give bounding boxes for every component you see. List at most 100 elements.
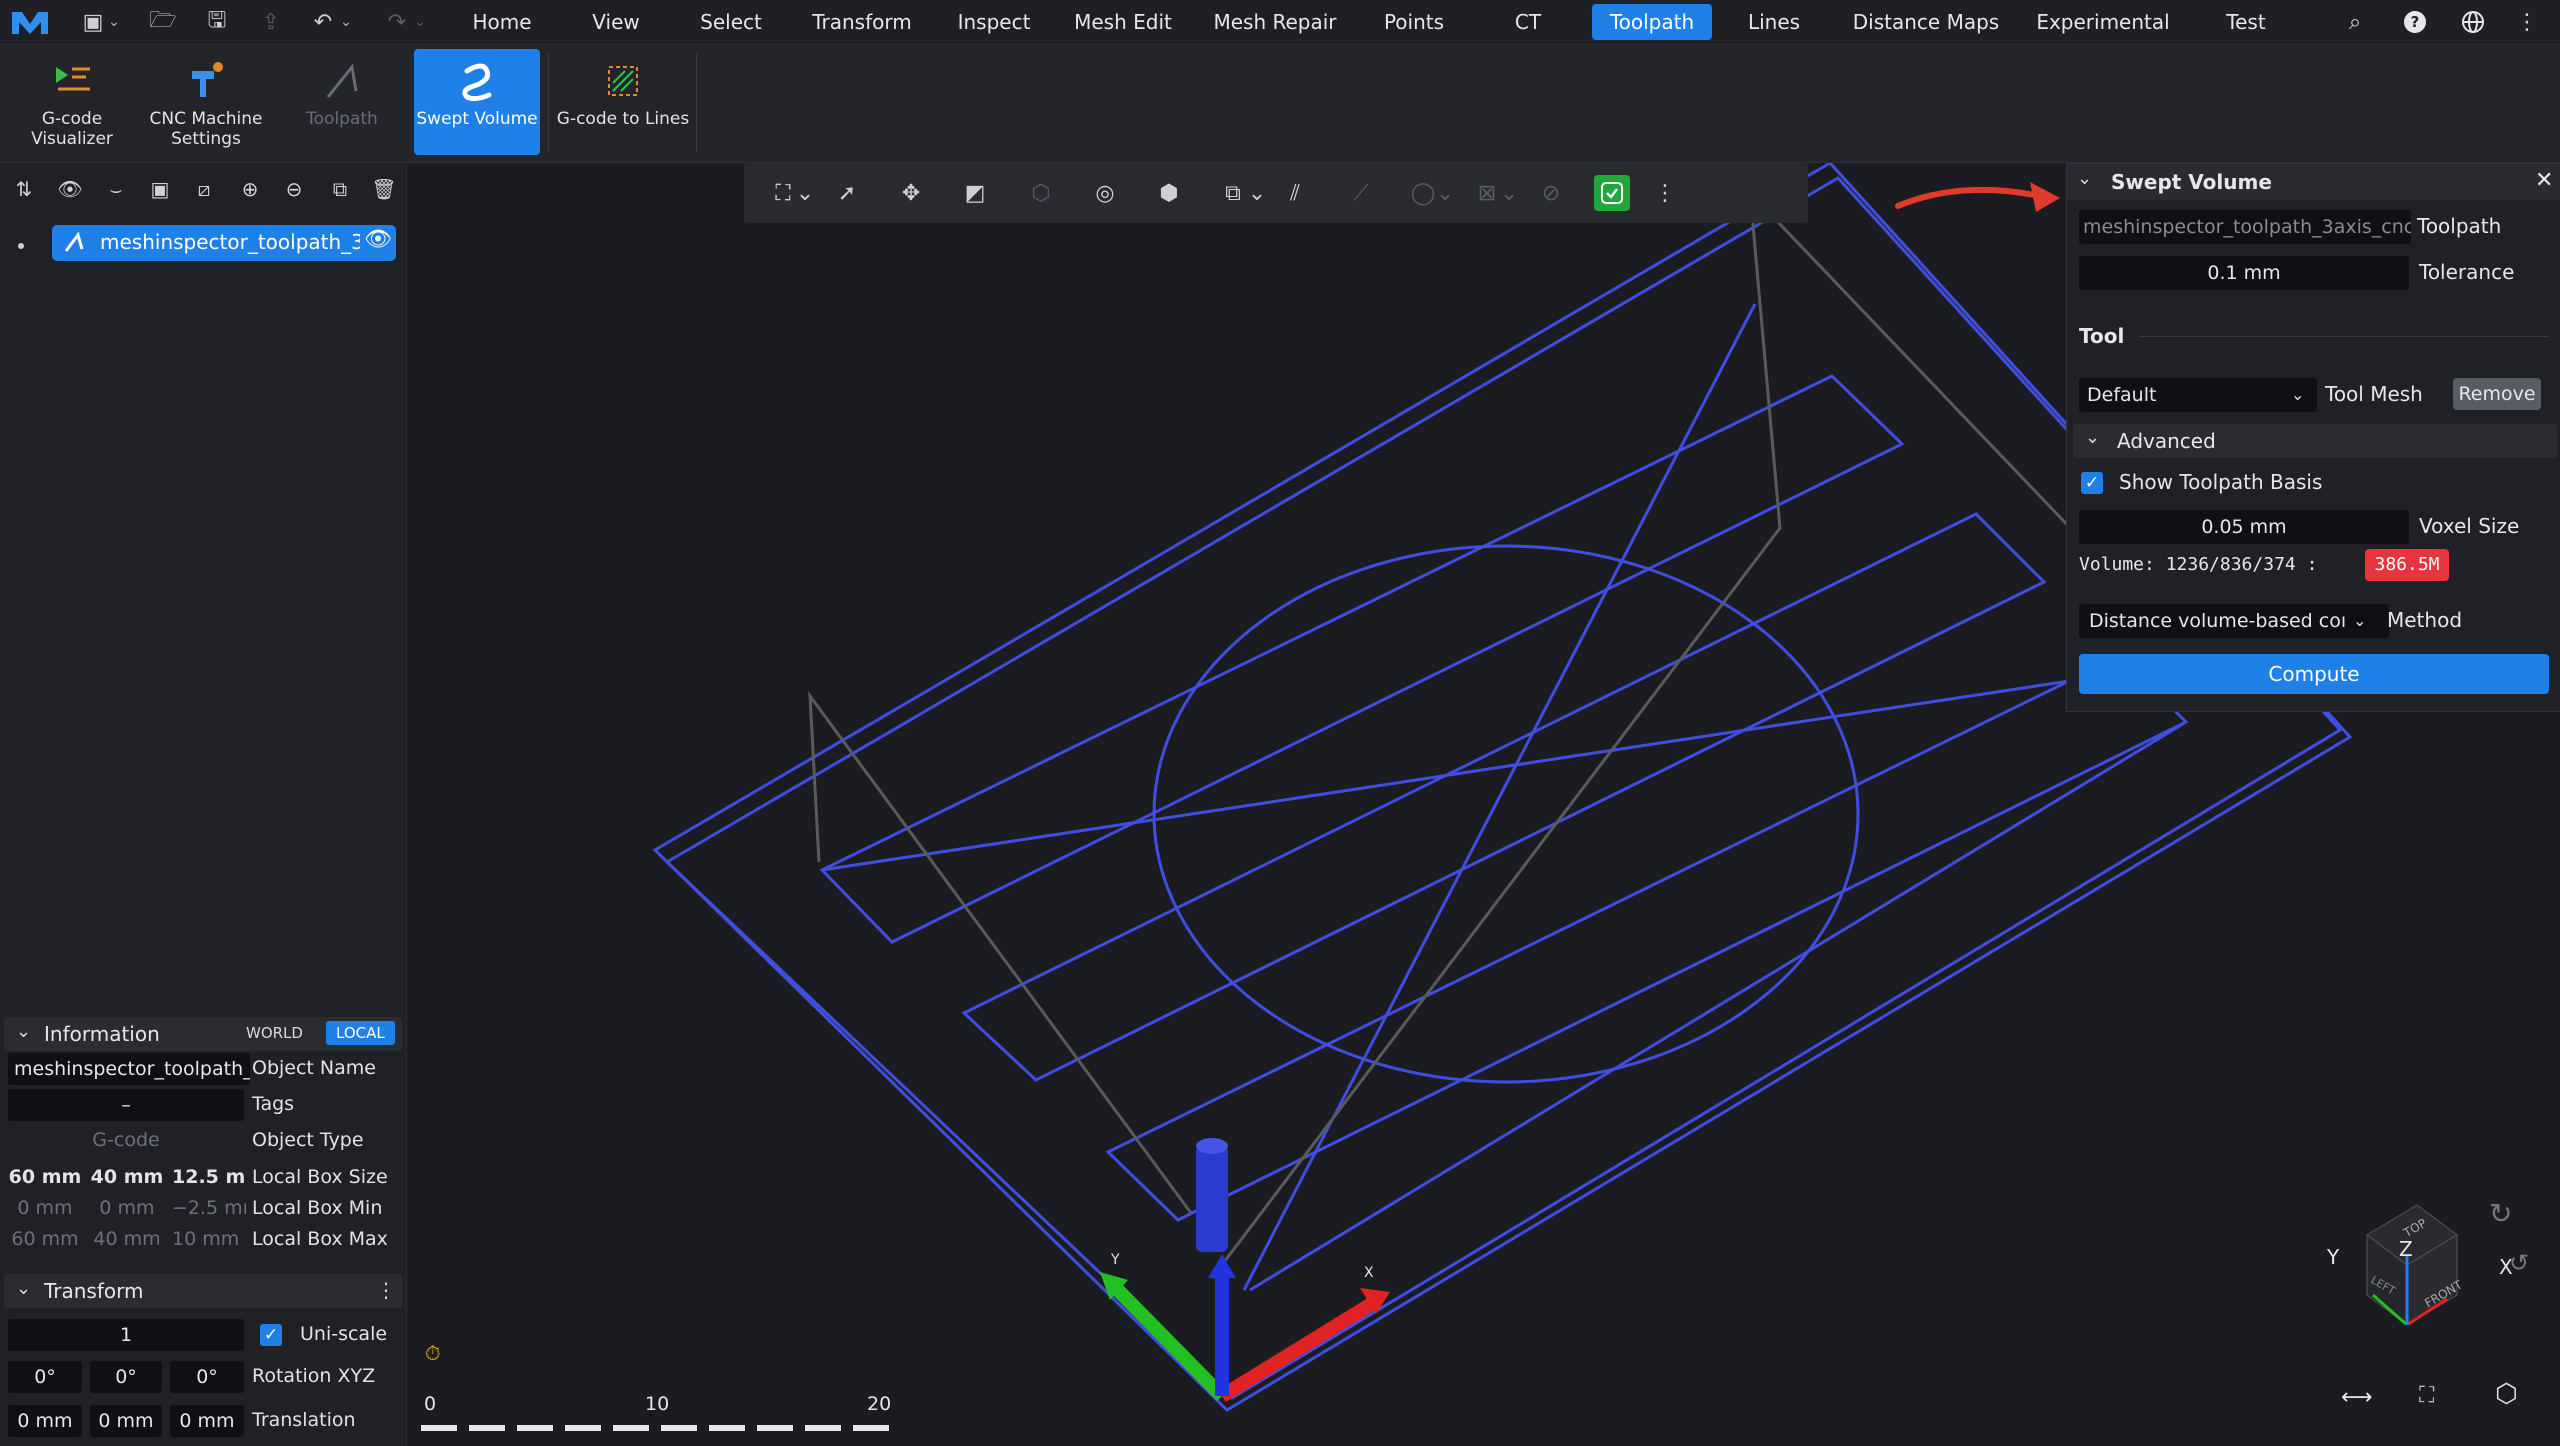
rotation-x-field[interactable]: 0° — [8, 1361, 82, 1393]
menu-test[interactable]: Test — [2206, 0, 2286, 44]
method-dropdown[interactable]: Distance volume-based coı ⌄ — [2079, 604, 2389, 638]
world-toggle[interactable]: WORLD — [246, 1024, 303, 1042]
menu-distance-maps[interactable]: Distance Maps — [1846, 0, 2006, 44]
box-size-y: 40 mm — [90, 1166, 164, 1188]
redo-history-chevron-icon[interactable]: ⌄ — [410, 6, 430, 38]
gcode-visualizer-button[interactable]: G-code Visualizer — [10, 49, 134, 155]
menu-home[interactable]: Home — [456, 0, 548, 44]
chevron-down-icon[interactable]: ⌄ — [2077, 168, 2092, 189]
search-icon[interactable]: ⌕ — [2338, 6, 2372, 38]
fit-view-icon[interactable]: ⛶ — [2419, 1383, 2434, 1408]
panel-header: ⌄ Swept Volume ✕ — [2067, 164, 2560, 200]
language-globe-icon[interactable] — [2456, 6, 2490, 38]
rotate-view-ccw-icon[interactable]: ↻ — [2489, 1197, 2512, 1230]
save-icon[interactable]: 🖫 — [200, 6, 234, 38]
paint-select-icon[interactable]: ◩ — [958, 176, 992, 210]
uniscale-checkbox[interactable]: ✓ — [260, 1324, 282, 1346]
select-faces-icon[interactable]: ⬡ — [1024, 176, 1058, 210]
undo-icon[interactable]: ↶ — [306, 6, 340, 38]
transform-section-header[interactable]: ⌄ Transform ⋮ — [4, 1274, 402, 1308]
shapes-icon[interactable]: ⬢ — [1152, 176, 1186, 210]
menu-select[interactable]: Select — [686, 0, 776, 44]
delete-icon[interactable]: 🗑 — [368, 173, 400, 205]
move-icon[interactable]: ✥ — [894, 176, 928, 210]
tags-field[interactable]: – — [8, 1089, 244, 1121]
chevron-down-icon[interactable]: ⌄ — [1500, 176, 1518, 210]
remove-button[interactable]: Remove — [2453, 378, 2541, 410]
deselect-all-icon[interactable]: ⧄ — [188, 173, 220, 205]
select-pointer-icon[interactable]: ➚ — [830, 176, 864, 210]
select-all-icon[interactable]: ▣ — [144, 173, 176, 205]
clone-icon[interactable]: ⧉ — [1216, 176, 1250, 210]
menu-points[interactable]: Points — [1366, 0, 1462, 44]
export-icon[interactable]: ⇪ — [254, 6, 288, 38]
chevron-down-icon[interactable]: ⌄ — [1436, 176, 1454, 210]
svg-text:?: ? — [2411, 13, 2420, 31]
sort-icon[interactable]: ⇅ — [8, 173, 40, 205]
view-cube-toggle-icon[interactable]: ⬡ — [2495, 1379, 2518, 1409]
tolerance-field[interactable]: 0.1 mm — [2079, 256, 2409, 290]
rapid-move — [808, 691, 1193, 1214]
scene-tree-item[interactable]: meshinspector_toolpath_3a 👁 — [52, 225, 396, 261]
swept-volume-button[interactable]: Swept Volume — [414, 49, 540, 155]
chevron-down-icon: ⌄ — [2085, 427, 2101, 448]
duplicate-icon[interactable]: ⧉ — [324, 173, 356, 205]
help-icon[interactable]: ? — [2398, 6, 2432, 38]
cnc-machine-settings-button[interactable]: CNC Machine Settings — [144, 49, 268, 155]
translation-x-field[interactable]: 0 mm — [8, 1405, 82, 1437]
menu-lines[interactable]: Lines — [1736, 0, 1812, 44]
local-toggle[interactable]: LOCAL — [326, 1021, 395, 1045]
open-folder-icon[interactable]: 🗁 — [146, 6, 180, 38]
visibility-eye-icon[interactable]: 👁 — [364, 227, 392, 252]
object-name-field[interactable]: meshinspector_toolpath_ — [8, 1053, 250, 1085]
app-logo[interactable] — [8, 6, 52, 38]
advanced-section-header[interactable]: ⌄ Advanced — [2073, 424, 2557, 458]
scale-tick-0: 0 — [424, 1393, 437, 1415]
transform-options-icon[interactable]: ⋮ — [376, 1278, 396, 1302]
translation-label: Translation — [252, 1409, 356, 1431]
toolpath-field[interactable]: meshinspector_toolpath_3axis_cnc — [2079, 210, 2411, 244]
move-up-icon[interactable]: ⊕ — [234, 173, 266, 205]
clip-plane-icon[interactable]: ⫽ — [1278, 176, 1312, 210]
view-cube[interactable] — [2317, 1175, 2467, 1325]
disable-icon[interactable]: ⊘ — [1534, 176, 1568, 210]
rotate-pivot-icon[interactable]: ◎ — [1088, 176, 1122, 210]
information-section-header[interactable]: ⌄ Information WORLD LOCAL — [4, 1017, 402, 1051]
chevron-down-icon[interactable]: ⌄ — [796, 176, 814, 210]
timer-icon[interactable]: ⏱ — [425, 1341, 449, 1365]
rotation-z-field[interactable]: 0° — [170, 1361, 244, 1393]
chevron-down-icon[interactable]: ⌄ — [1248, 176, 1266, 210]
menu-mesh-edit[interactable]: Mesh Edit — [1064, 0, 1182, 44]
move-down-icon[interactable]: ⊖ — [278, 173, 310, 205]
toolpath-line — [1242, 303, 1757, 1291]
menu-mesh-repair[interactable]: Mesh Repair — [1204, 0, 1346, 44]
brush-icon[interactable]: ⟋ — [1344, 176, 1378, 210]
chevron-down-icon[interactable]: ⌄ — [104, 6, 124, 38]
show-all-eye-icon[interactable]: 👁 — [54, 173, 86, 205]
confirm-check-icon[interactable] — [1594, 175, 1630, 211]
menu-inspect[interactable]: Inspect — [944, 0, 1044, 44]
show-toolpath-basis-checkbox[interactable]: ✓ — [2081, 472, 2103, 494]
compute-button[interactable]: Compute — [2079, 654, 2549, 694]
gcode-to-lines-button[interactable]: G-code to Lines — [556, 49, 690, 155]
close-icon[interactable]: ✕ — [2535, 168, 2553, 193]
tool-mesh-dropdown[interactable]: Default ⌄ — [2079, 378, 2317, 412]
menu-toolpath[interactable]: Toolpath — [1592, 4, 1712, 40]
menu-view[interactable]: View — [574, 0, 658, 44]
translation-z-field[interactable]: 0 mm — [170, 1405, 244, 1437]
more-menu-icon[interactable]: ⋮ — [2510, 6, 2544, 38]
menu-experimental[interactable]: Experimental — [2030, 0, 2176, 44]
rotate-view-cw-icon[interactable]: ↺ — [2509, 1249, 2529, 1277]
voxel-size-field[interactable]: 0.05 mm — [2079, 510, 2409, 544]
redo-icon[interactable]: ↷ — [380, 6, 414, 38]
measure-ruler-icon[interactable]: ⟷ — [2341, 1385, 2373, 1410]
undo-history-chevron-icon[interactable]: ⌄ — [336, 6, 356, 38]
menu-transform[interactable]: Transform — [800, 0, 924, 44]
rotation-y-field[interactable]: 0° — [90, 1361, 162, 1393]
menu-ct[interactable]: CT — [1500, 0, 1556, 44]
scale-field[interactable]: 1 — [8, 1319, 244, 1351]
more-options-icon[interactable]: ⋮ — [1648, 176, 1682, 210]
toolpath-button[interactable]: Toolpath — [280, 49, 404, 155]
hide-all-icon[interactable]: ⌣ — [100, 173, 132, 205]
translation-y-field[interactable]: 0 mm — [90, 1405, 162, 1437]
